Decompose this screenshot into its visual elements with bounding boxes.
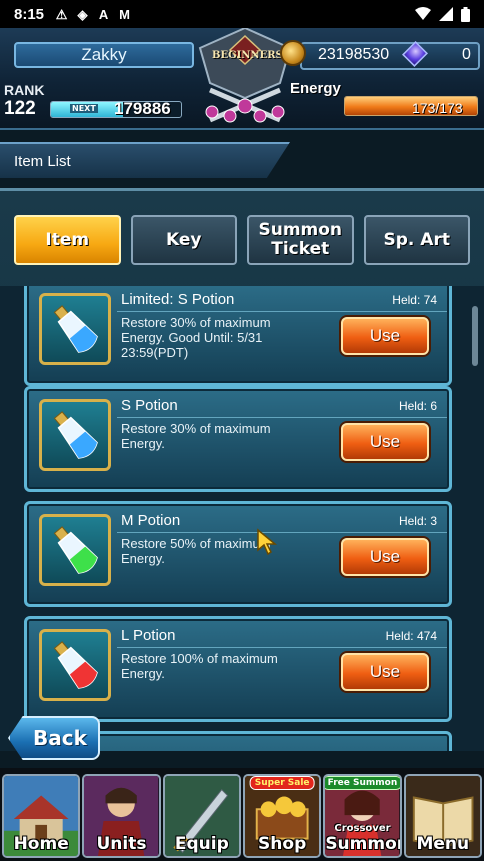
use-button[interactable]: Use xyxy=(341,653,429,691)
card-divider xyxy=(117,532,447,533)
use-button[interactable]: Use xyxy=(341,423,429,461)
battery-icon xyxy=(461,6,470,22)
signal-icon xyxy=(439,7,453,21)
app-notification-icon: ◈ xyxy=(77,6,88,22)
item-description: Restore 30% of maximum Energy. Good Unti… xyxy=(121,315,271,360)
status-time: 8:15 xyxy=(14,5,45,23)
potion-icon xyxy=(53,641,98,689)
exp-to-next-value: 179886 xyxy=(114,99,171,118)
gmail-icon: M xyxy=(119,6,130,22)
item-name: L Potion xyxy=(121,627,176,644)
nav-summon[interactable]: Free Summon Crossover Summon xyxy=(323,774,402,858)
nav-shop-label: Shop xyxy=(258,834,307,854)
list-item: M Potion Held: 3 Restore 50% of maximum … xyxy=(24,501,452,607)
notification-icons: ⚠ ◈ A M xyxy=(54,7,132,22)
super-sale-badge: Super Sale xyxy=(249,776,315,790)
energy-value: 173/173 xyxy=(412,100,463,116)
card-divider xyxy=(117,647,447,648)
free-summon-badge: Free Summon xyxy=(325,776,400,790)
item-description: Restore 30% of maximum Energy. xyxy=(121,421,271,451)
category-tabs: Item Key Summon Ticket Sp. Art xyxy=(14,215,470,269)
item-list[interactable]: Limited: S Potion Held: 74 Restore 30% o… xyxy=(0,286,484,751)
page-title-bar: Item List xyxy=(0,142,290,178)
potion-icon xyxy=(53,526,98,574)
nav-home-label: Home xyxy=(13,834,69,854)
tab-summon-ticket-label: Summon Ticket xyxy=(258,220,343,259)
card-divider xyxy=(117,417,447,418)
player-name-plate[interactable]: Zakky xyxy=(14,42,194,68)
nav-units-label: Units xyxy=(96,834,147,854)
item-held-count: Held: 74 xyxy=(392,293,437,307)
card-divider xyxy=(117,311,447,312)
nav-equip[interactable]: Equip xyxy=(162,774,241,858)
item-description: Restore 100% of maximum Energy. xyxy=(121,651,278,681)
page-title: Item List xyxy=(14,153,71,170)
rank-value: 122 xyxy=(4,98,36,119)
item-thumbnail xyxy=(39,399,111,471)
tab-summon-ticket[interactable]: Summon Ticket xyxy=(247,215,354,265)
item-name: Limited: S Potion xyxy=(121,291,235,308)
system-icons xyxy=(415,6,470,22)
nav-menu[interactable]: Menu xyxy=(403,774,482,858)
player-header: Zakky RANK 122 NEXT 179886 BEGINNERS 231… xyxy=(0,28,484,130)
nav-shop[interactable]: Super Sale Shop xyxy=(242,774,322,858)
item-thumbnail xyxy=(39,629,111,701)
use-button[interactable]: Use xyxy=(341,538,429,576)
exp-next-label: NEXT xyxy=(70,104,98,113)
tab-key[interactable]: Key xyxy=(130,215,237,265)
gold-coin-icon xyxy=(280,40,306,66)
item-thumbnail xyxy=(39,514,111,586)
item-held-count: Held: 3 xyxy=(398,514,437,528)
item-held-count: Held: 6 xyxy=(398,399,437,413)
nav-units[interactable]: Units xyxy=(82,774,161,858)
potion-icon xyxy=(53,305,98,353)
gem-value: 0 xyxy=(462,46,471,63)
bottom-nav: Home Units Equip Super Sale Shop Free Su… xyxy=(0,768,484,861)
nav-equip-label: Equip xyxy=(174,834,229,854)
warning-icon: ⚠ xyxy=(55,6,68,22)
item-list-panel: Item Key Summon Ticket Sp. Art Limited: … xyxy=(0,188,484,751)
use-button[interactable]: Use xyxy=(341,317,429,355)
status-bar: 8:15 ⚠ ◈ A M xyxy=(0,0,484,28)
item-description: Restore 50% of maximum Energy. xyxy=(121,536,271,566)
font-app-icon: A xyxy=(98,6,109,22)
mouse-cursor-icon xyxy=(257,528,278,556)
item-thumbnail xyxy=(39,293,111,365)
wifi-icon xyxy=(415,7,431,20)
item-name: M Potion xyxy=(121,512,181,529)
item-name: S Potion xyxy=(121,397,178,414)
tab-item[interactable]: Item xyxy=(14,215,121,265)
back-button[interactable]: Back xyxy=(8,716,100,760)
nav-summon-label: Summon xyxy=(325,834,402,854)
list-item: Limited: S Potion Held: 74 Restore 30% o… xyxy=(24,286,452,386)
list-item: S Potion Held: 6 Restore 30% of maximum … xyxy=(24,386,452,492)
list-scrollbar[interactable] xyxy=(472,306,478,366)
tab-sp-art[interactable]: Sp. Art xyxy=(363,215,470,265)
nav-menu-label: Menu xyxy=(416,834,470,854)
rank-label: RANK xyxy=(4,82,45,98)
gold-value: 23198530 xyxy=(318,46,390,63)
item-held-count: Held: 474 xyxy=(385,629,437,643)
list-item: L Potion Held: 474 Restore 100% of maxim… xyxy=(24,616,452,722)
nav-summon-sub: Crossover xyxy=(334,823,391,834)
potion-icon xyxy=(53,411,98,459)
energy-label: Energy xyxy=(290,80,341,97)
emblem-title: BEGINNERS xyxy=(212,50,283,61)
nav-home[interactable]: Home xyxy=(2,774,81,858)
player-name: Zakky xyxy=(81,45,127,64)
